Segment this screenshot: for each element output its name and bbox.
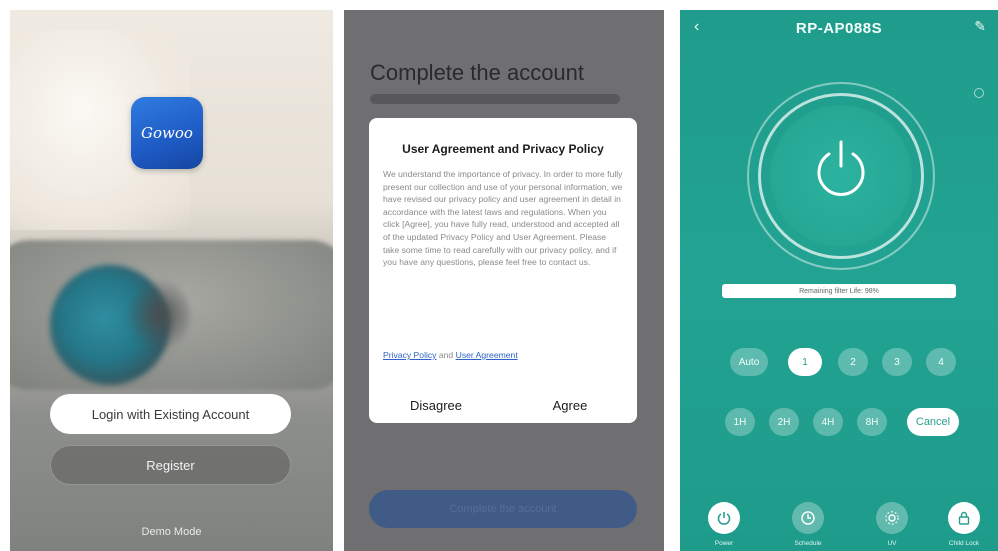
page-subtitle-placeholder	[370, 94, 620, 104]
register-button[interactable]: Register	[50, 445, 291, 485]
timer-option-8h[interactable]: 8H	[857, 408, 887, 436]
user-agreement-link[interactable]: User Agreement	[456, 350, 518, 360]
nav-label: UV	[887, 540, 897, 547]
disagree-button[interactable]: Disagree	[369, 388, 503, 423]
fan-speed-selector: Auto 1 2 3 4	[730, 348, 960, 378]
privacy-policy-link[interactable]: Privacy Policy	[383, 350, 436, 360]
speed-option-auto[interactable]: Auto	[730, 348, 768, 376]
dialog-body: We understand the importance of privacy.…	[383, 169, 623, 268]
bottom-control-bar: Power Schedule UV Child Lock	[680, 488, 998, 551]
privacy-policy-screen: Complete the account User Agreement and …	[344, 10, 664, 551]
background-figure-head	[130, 280, 190, 350]
timer-option-2h[interactable]: 2H	[769, 408, 799, 436]
nav-item-uv[interactable]: UV	[864, 488, 920, 548]
nav-label: Power	[714, 540, 734, 547]
login-existing-account-button[interactable]: Login with Existing Account	[50, 394, 291, 434]
nav-label: Schedule	[794, 540, 822, 547]
device-title: RP-AP088S	[795, 20, 883, 37]
app-logo-text: Gowoo	[141, 124, 193, 142]
power-icon[interactable]	[809, 136, 873, 200]
timer-option-1h[interactable]: 1H	[725, 408, 755, 436]
filter-status-bar: Remaining filter Life: 98%	[722, 284, 956, 298]
timer-selector: 1H 2H 4H 8H Cancel	[725, 408, 965, 438]
agree-button[interactable]: Agree	[503, 388, 637, 423]
timer-cancel-button[interactable]: Cancel	[907, 408, 959, 436]
nav-item-schedule[interactable]: Schedule	[780, 488, 836, 548]
speed-option-2[interactable]: 2	[838, 348, 868, 376]
dialog-title: User Agreement and Privacy Policy	[402, 142, 604, 156]
speed-option-3[interactable]: 3	[882, 348, 912, 376]
more-indicator-icon[interactable]	[974, 88, 984, 98]
dialog-actions: Disagree Agree	[369, 388, 637, 423]
complete-account-button[interactable]: Complete the account	[369, 490, 637, 528]
power-icon	[708, 502, 740, 534]
privacy-dialog: User Agreement and Privacy Policy We und…	[369, 118, 637, 423]
page-title: Complete the account	[370, 60, 585, 85]
nav-item-power[interactable]: Power	[696, 488, 752, 548]
app-logo-icon: Gowoo	[131, 97, 203, 169]
speed-option-1[interactable]: 1	[788, 348, 822, 376]
dialog-links: Privacy Policy and User Agreement	[383, 350, 518, 360]
demo-mode-link[interactable]: Demo Mode	[10, 526, 333, 538]
nav-item-child-lock[interactable]: Child Lock	[936, 488, 992, 548]
links-connector: and	[436, 350, 456, 360]
login-screen: Gowoo Login with Existing Account Regist…	[10, 10, 333, 551]
nav-label: Child Lock	[948, 540, 980, 547]
clock-icon	[792, 502, 824, 534]
timer-option-4h[interactable]: 4H	[813, 408, 843, 436]
uv-icon	[876, 502, 908, 534]
edit-icon[interactable]: ✎	[974, 18, 986, 35]
lock-icon	[948, 502, 980, 534]
speed-option-4[interactable]: 4	[926, 348, 956, 376]
device-control-screen: ‹ RP-AP088S ✎ Remaining filter Life: 98%…	[680, 10, 998, 551]
